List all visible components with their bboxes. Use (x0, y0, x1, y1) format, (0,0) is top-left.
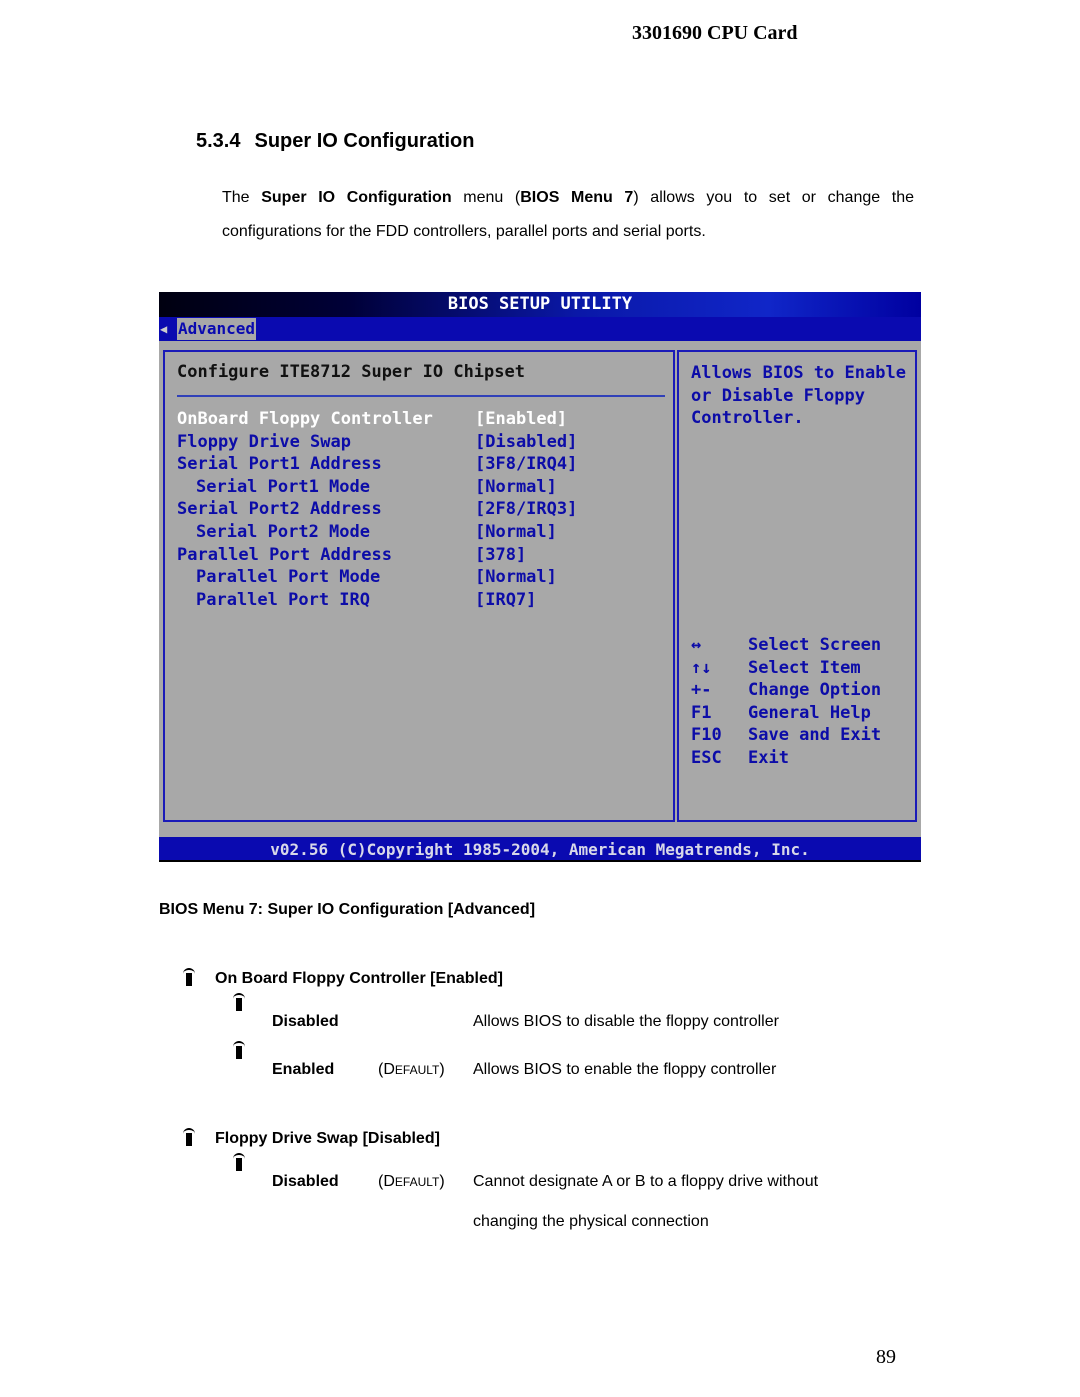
setting-value[interactable]: [Normal] (475, 476, 557, 499)
key-name: F1 (691, 702, 712, 723)
divider (177, 395, 665, 397)
setting-value[interactable]: [378] (475, 544, 526, 567)
help-text: Allows BIOS to Enable or Disable Floppy … (691, 362, 911, 430)
choice-description: Allows BIOS to enable the floppy control… (473, 1061, 777, 1078)
intro-paragraph: The Super IO Configuration menu (BIOS Me… (222, 181, 914, 249)
choice-description: Allows BIOS to disable the floppy contro… (473, 1013, 779, 1030)
key-name: ESC (691, 747, 722, 768)
setting-label: Parallel Port IRQ (196, 589, 370, 610)
default-marker: (DEFAULT) (378, 1173, 445, 1190)
figure-caption: BIOS Menu 7: Super IO Configuration [Adv… (159, 901, 536, 918)
left-arrow-icon[interactable]: ◀ (160, 319, 167, 339)
running-header: 3301690 CPU Card (632, 22, 798, 44)
setting-label: Serial Port1 Address (177, 454, 382, 475)
option-heading-text: Floppy Drive Swap [Disabled] (215, 1130, 440, 1147)
bios-title-bar: BIOS SETUP UTILITY (159, 292, 921, 317)
setting-label: Serial Port1 Mode (196, 476, 370, 497)
key-description: Exit (748, 747, 789, 768)
setting-value[interactable]: [3F8/IRQ4] (475, 453, 577, 476)
option-heading-text: On Board Floppy Controller [Enabled] (215, 970, 503, 987)
key-description: General Help (748, 702, 871, 723)
setting-label: Serial Port2 Mode (196, 521, 370, 542)
bios-screenshot: BIOS SETUP UTILITY ◀ Advanced Configure … (159, 292, 921, 862)
choice-name: Disabled (272, 1173, 339, 1190)
setting-value[interactable]: [IRQ7] (475, 589, 536, 612)
page-number: 89 (876, 1346, 896, 1368)
setting-label: OnBoard Floppy Controller (177, 409, 433, 429)
key-name: ↔ (691, 635, 702, 655)
key-description: Save and Exit (748, 725, 882, 746)
intro-text: The (222, 189, 262, 206)
setting-label: Serial Port2 Address (177, 499, 382, 520)
key-name: +- (691, 680, 712, 701)
bullet-icon (182, 1128, 196, 1148)
settings-panel: Configure ITE8712 Super IO Chipset OnBoa… (163, 350, 675, 822)
setting-label: Floppy Drive Swap (177, 431, 351, 452)
choice-name: Enabled (272, 1061, 335, 1078)
setting-value[interactable]: [Enabled] (475, 408, 567, 431)
key-description: Select Item (748, 657, 861, 678)
bullet-icon (232, 1041, 246, 1061)
default-marker: (DEFAULT) (378, 1061, 445, 1078)
key-name: F10 (691, 725, 722, 746)
help-line: Controller. (691, 408, 804, 429)
bullet-icon (182, 968, 196, 988)
help-line: or Disable Floppy (691, 385, 865, 406)
help-line: Allows BIOS to Enable (691, 363, 906, 383)
setting-value[interactable]: [Normal] (475, 566, 557, 589)
setting-value[interactable]: [2F8/IRQ3] (475, 498, 577, 521)
setting-value[interactable]: [Normal] (475, 521, 557, 544)
key-description: Change Option (748, 680, 882, 701)
bullet-icon (232, 1153, 246, 1173)
choice-description: Cannot designate A or B to a floppy driv… (473, 1173, 819, 1230)
panel-title: Configure ITE8712 Super IO Chipset (177, 362, 525, 382)
bios-tab-bar: ◀ Advanced (159, 317, 921, 341)
section-number: 5.3.4 (196, 130, 241, 152)
setting-value[interactable]: [Disabled] (475, 431, 577, 454)
intro-bold-menu-ref: BIOS Menu 7 (520, 189, 634, 206)
setting-label: Parallel Port Address (177, 544, 392, 565)
setting-label: Parallel Port Mode (196, 567, 381, 588)
bios-footer: v02.56 (C)Copyright 1985-2004, American … (159, 837, 921, 862)
key-description: Select Screen (748, 635, 882, 655)
key-name: ↑↓ (691, 657, 712, 678)
section-heading: 5.3.4 Super IO Configuration (196, 130, 474, 153)
intro-text: menu ( (451, 189, 521, 206)
tab-advanced[interactable]: Advanced (177, 318, 257, 340)
intro-bold-menu-name: Super IO Configuration (261, 189, 452, 206)
section-title: Super IO Configuration (254, 130, 475, 152)
choice-name: Disabled (272, 1013, 339, 1030)
help-panel: Allows BIOS to Enable or Disable Floppy … (677, 350, 917, 822)
bullet-icon (232, 993, 246, 1013)
